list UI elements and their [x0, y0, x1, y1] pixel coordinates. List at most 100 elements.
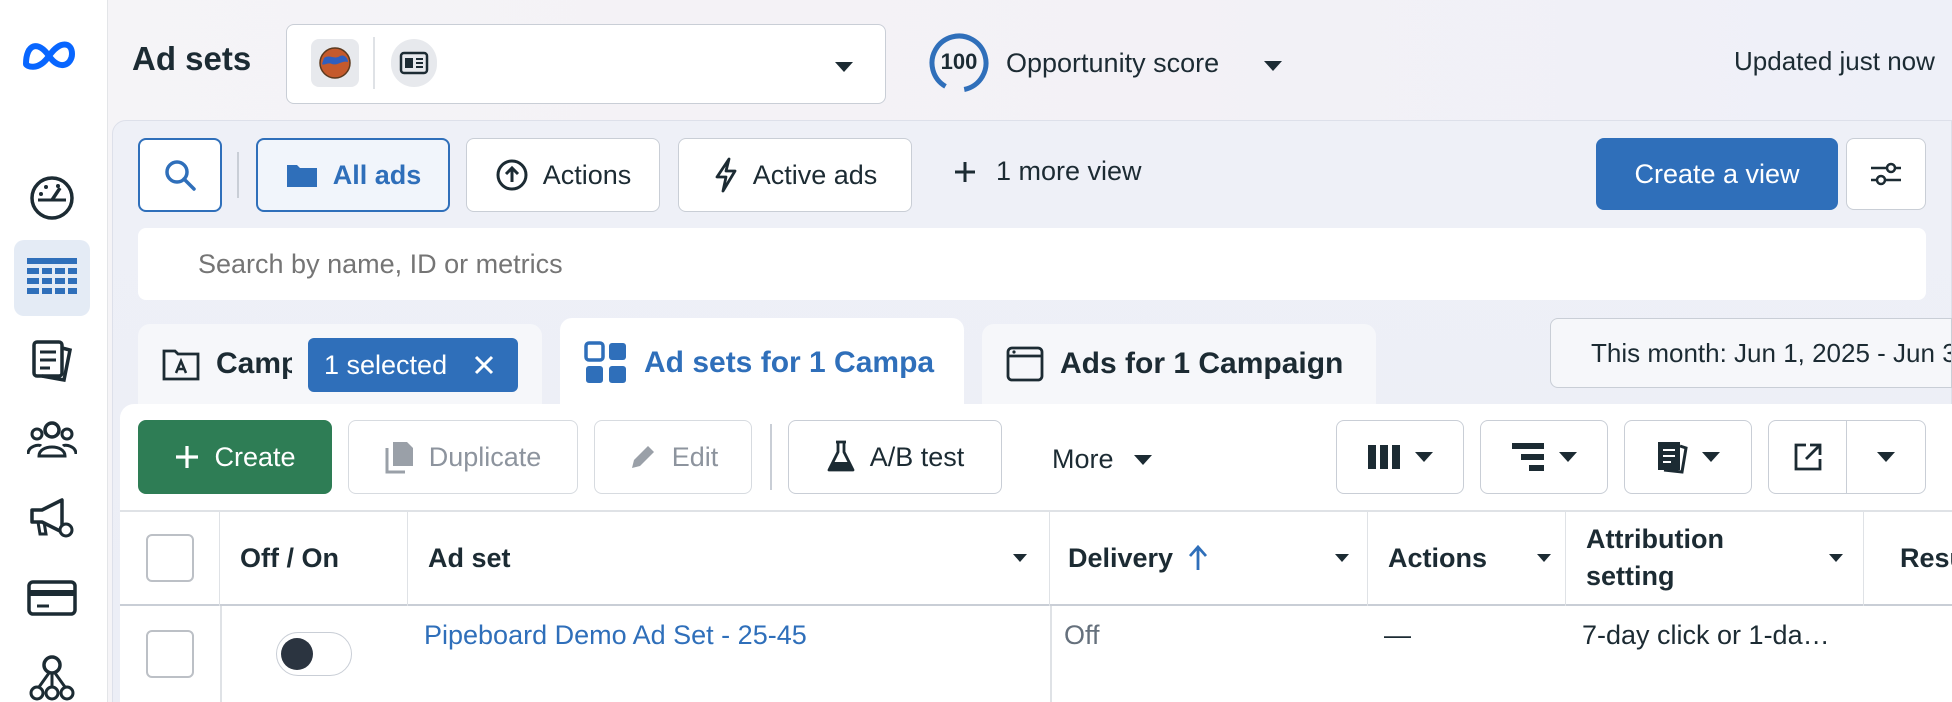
metrics-search-input[interactable]: [198, 244, 1798, 284]
more-actions-dropdown[interactable]: More: [1052, 444, 1152, 475]
ad-set-name-link[interactable]: Pipeboard Demo Ad Set - 25-45: [424, 620, 807, 651]
column-header-results[interactable]: Results: [1864, 510, 1952, 606]
row-select-checkbox[interactable]: [146, 630, 194, 678]
edit-button[interactable]: Edit: [594, 420, 752, 494]
duplicate-label: Duplicate: [428, 441, 542, 472]
export-options-button[interactable]: [1847, 421, 1925, 493]
ab-test-label: A/B test: [869, 441, 965, 472]
tab-ad-sets[interactable]: Ad sets for 1 Campaign: [560, 318, 964, 408]
clear-selection-close-icon[interactable]: [473, 354, 495, 376]
pages-icon[interactable]: [14, 322, 90, 398]
billing-card-icon[interactable]: [14, 560, 90, 636]
more-views-button[interactable]: 1 more view: [952, 156, 1142, 187]
pencil-icon: [631, 446, 654, 468]
ad-sets-grid-icon: [584, 341, 626, 383]
edit-label: Edit: [671, 441, 719, 472]
campaign-settings-megaphone-icon[interactable]: [14, 480, 90, 556]
columns-icon: [1368, 445, 1400, 469]
page-title: Ad sets: [132, 40, 252, 77]
export-button[interactable]: [1769, 421, 1847, 493]
ads-manager-table-icon[interactable]: [14, 240, 90, 316]
campaign-folder-icon: [162, 349, 200, 381]
audiences-icon[interactable]: [14, 402, 90, 478]
create-button[interactable]: Create: [138, 420, 332, 494]
column-header-actions[interactable]: Actions: [1368, 510, 1566, 606]
ad-window-icon: [1006, 346, 1044, 382]
upload-circle-icon: [496, 159, 528, 191]
folder-icon: [286, 165, 317, 187]
date-range-picker[interactable]: This month: Jun 1, 2025 - Jun 30, 2025: [1550, 318, 1952, 388]
view-active-ads-label: Active ads: [752, 159, 878, 190]
create-label: Create: [214, 441, 296, 472]
toolbar-divider: [770, 424, 772, 490]
selected-count-badge: 1 selected: [308, 338, 518, 392]
opportunity-score-gauge[interactable]: 100: [928, 32, 990, 94]
table-row: Pipeboard Demo Ad Set - 25-45 Off — 7-da…: [120, 606, 1952, 702]
opportunity-score-chevron-icon[interactable]: [1264, 58, 1282, 76]
tab-ads[interactable]: Ads for 1 Campaign: [982, 324, 1376, 404]
meta-logo-icon[interactable]: [18, 34, 80, 79]
chevron-down-icon: [1702, 452, 1720, 462]
plus-icon: [176, 446, 199, 468]
tab-ads-label: Ads for 1 Campaign: [1060, 347, 1344, 380]
view-all-ads-button[interactable]: All ads: [256, 138, 450, 212]
column-header-attribution[interactable]: Attribution setting: [1566, 510, 1864, 606]
business-network-icon[interactable]: [14, 640, 90, 702]
sort-menu-icon[interactable]: [1829, 554, 1843, 562]
sort-menu-icon[interactable]: [1013, 554, 1027, 562]
ab-test-button[interactable]: A/B test: [788, 420, 1002, 494]
sort-menu-icon[interactable]: [1537, 554, 1551, 562]
account-overview-icon[interactable]: [14, 160, 90, 236]
view-actions-button[interactable]: Actions: [466, 138, 660, 212]
toggle-knob: [281, 638, 313, 670]
duplicate-button[interactable]: Duplicate: [348, 420, 578, 494]
view-settings-button[interactable]: [1846, 138, 1926, 210]
reports-icon: [1658, 442, 1688, 474]
account-avatar: [311, 39, 359, 87]
external-link-icon: [1794, 443, 1821, 471]
chevron-down-icon: [1877, 452, 1895, 462]
date-range-label: This month: Jun 1, 2025 - Jun 30, 2025: [1591, 337, 1951, 368]
ad-account-icon: [391, 39, 437, 87]
account-selector-dropdown[interactable]: [286, 24, 886, 104]
row-divider: [220, 606, 222, 702]
more-actions-label: More: [1052, 444, 1114, 474]
ad-set-toggle[interactable]: [276, 632, 352, 676]
search-icon: [165, 160, 196, 191]
select-all-cell: [120, 510, 220, 606]
view-actions-label: Actions: [542, 159, 632, 190]
sort-menu-icon[interactable]: [1335, 554, 1349, 562]
chevron-down-icon: [835, 59, 853, 77]
tab-campaigns-label: Campaigns: [216, 347, 292, 380]
create-view-button[interactable]: Create a view: [1596, 138, 1838, 210]
column-header-off-on[interactable]: Off / On: [220, 510, 408, 606]
reports-dropdown-button[interactable]: [1624, 420, 1752, 494]
export-split-button: [1768, 420, 1926, 494]
column-header-actions-label: Actions: [1388, 542, 1488, 573]
columns-dropdown-button[interactable]: [1336, 420, 1464, 494]
chevron-down-icon: [1133, 454, 1152, 465]
column-header-delivery[interactable]: Delivery: [1050, 510, 1368, 606]
row-divider: [1050, 606, 1052, 702]
select-all-checkbox[interactable]: [145, 534, 194, 582]
lightning-icon: [715, 157, 737, 193]
search-toggle-button[interactable]: [138, 138, 222, 212]
delivery-status: Off: [1064, 620, 1100, 650]
breakdown-dropdown-button[interactable]: [1480, 420, 1608, 494]
left-sidebar: [0, 0, 108, 702]
column-header-delivery-label: Delivery: [1068, 542, 1174, 573]
breakdown-icon: [1512, 443, 1544, 471]
account-selector-divider: [373, 37, 375, 89]
column-header-ad-set-label: Ad set: [428, 542, 511, 573]
opportunity-score-value: 100: [940, 49, 978, 74]
sort-ascending-arrow-icon: [1189, 544, 1208, 570]
chevron-down-icon: [1559, 452, 1577, 462]
column-header-ad-set[interactable]: Ad set: [408, 510, 1050, 606]
attribution-value: 7-day click or 1-da…: [1582, 620, 1830, 650]
metrics-search-bar[interactable]: [138, 228, 1926, 300]
opportunity-score-label[interactable]: Opportunity score: [1006, 48, 1219, 79]
flask-icon: [827, 440, 855, 472]
duplicate-icon: [385, 442, 413, 474]
view-active-ads-button[interactable]: Active ads: [678, 138, 912, 212]
more-views-label: 1 more view: [996, 156, 1142, 186]
